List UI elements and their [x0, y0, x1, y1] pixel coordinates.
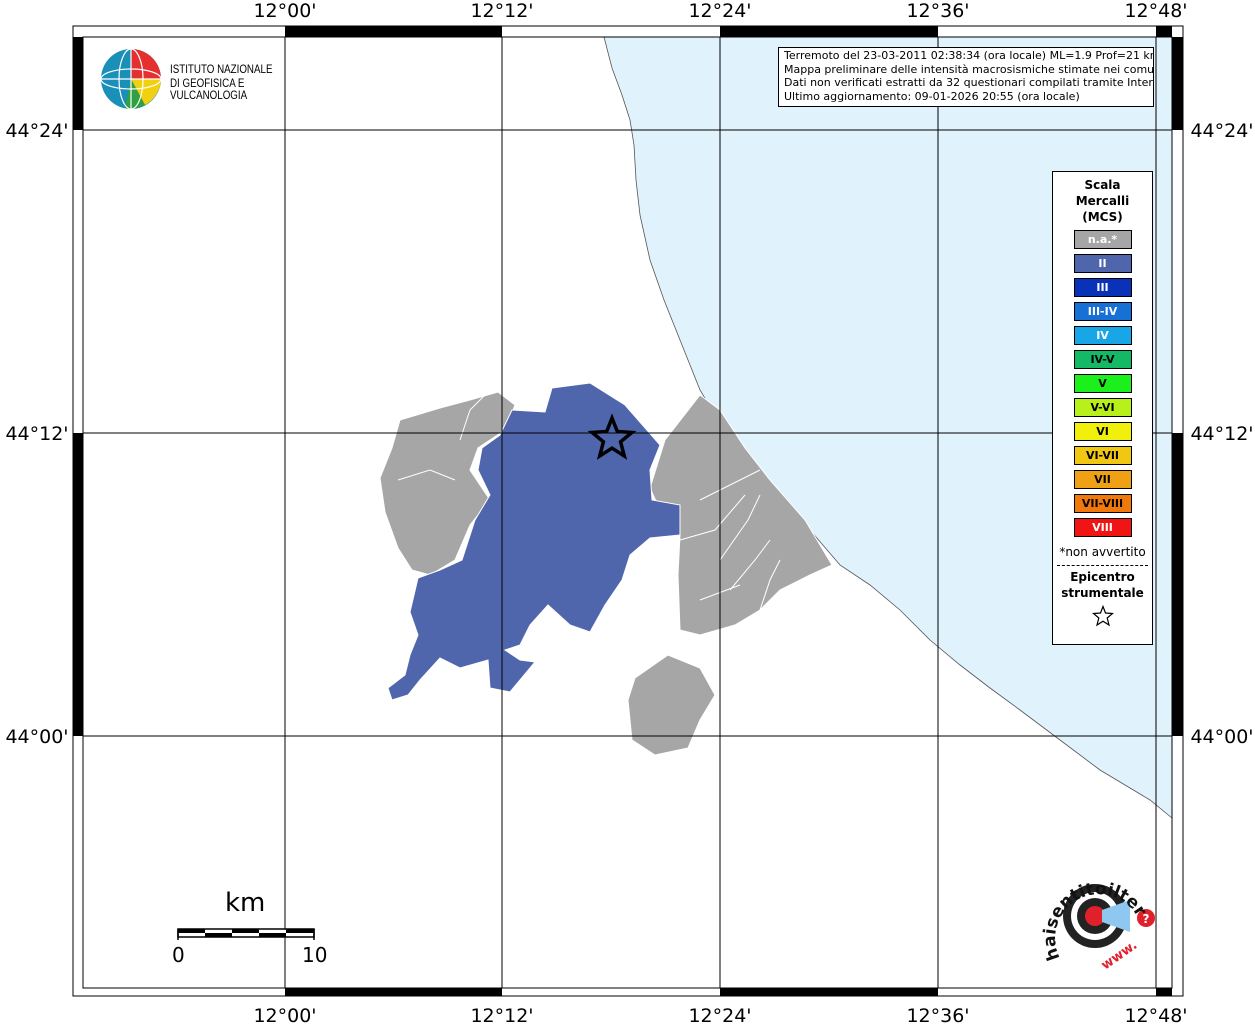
epicenter-legend-star-icon	[1053, 604, 1152, 631]
legend-item: IV	[1073, 326, 1132, 345]
scale-start: 0	[172, 943, 185, 967]
longitude-labels-bottom: 12°00' 12°12' 12°24' 12°36' 12°48'	[253, 1005, 1187, 1024]
earthquake-info-box: Terremoto del 23-03-2011 02:38:34 (ora l…	[778, 47, 1154, 107]
scale-bar: km 0 10	[170, 888, 330, 968]
latitude-labels-left: 44°24' 44°12' 44°00'	[5, 120, 68, 748]
lon-label: 12°24'	[688, 1005, 751, 1024]
institute-name-line1: ISTITUTO NAZIONALE	[170, 64, 273, 76]
legend-item: II	[1073, 254, 1132, 273]
legend-separator	[1057, 565, 1148, 566]
lon-label: 12°48'	[1124, 1005, 1187, 1024]
hsit-logo: ? haisentitoilterremoto.it www.	[1021, 843, 1165, 978]
legend-note: *non avvertito	[1059, 545, 1146, 559]
scale-end: 10	[302, 943, 328, 967]
legend-item: VII	[1073, 470, 1132, 489]
lat-label: 44°00'	[5, 726, 68, 748]
legend-item: III-IV	[1073, 302, 1132, 321]
lon-label: 12°00'	[253, 1005, 316, 1024]
legend-item: III	[1073, 278, 1132, 297]
lat-label: 44°12'	[1190, 423, 1253, 445]
institute-name-line2: DI GEOFISICA E VULCANOLOGIA	[170, 78, 248, 102]
svg-text:?: ?	[1143, 912, 1150, 926]
scale-unit: km	[225, 888, 266, 918]
lat-label: 44°12'	[5, 423, 68, 445]
epicenter-legend-title: Epicentro strumentale	[1061, 570, 1144, 600]
legend-item: IV-V	[1073, 350, 1132, 369]
info-line: Dati non verificati estratti da 32 quest…	[784, 76, 1154, 89]
legend-item: VII-VIII	[1073, 494, 1132, 513]
longitude-labels-top: 12°00' 12°12' 12°24' 12°36' 12°48'	[253, 0, 1187, 22]
lon-label: 12°12'	[470, 0, 533, 22]
municipality-not-felt[interactable]	[627, 654, 716, 756]
lon-label: 12°36'	[906, 0, 969, 22]
globe-icon	[100, 48, 162, 110]
legend-item: n.a.*	[1073, 230, 1132, 249]
legend-item: VI-VII	[1073, 446, 1132, 465]
lat-label: 44°24'	[1190, 120, 1253, 142]
info-line: Terremoto del 23-03-2011 02:38:34 (ora l…	[784, 49, 1154, 62]
lon-label: 12°12'	[470, 1005, 533, 1024]
legend-items: n.a.* II III III-IV IV IV-V V V-VI VI VI-VII VII VI…	[1053, 230, 1152, 537]
ingv-logo: ISTITUTO NAZIONALE DI GEOFISICA E VULCAN…	[100, 46, 330, 110]
info-line: Ultimo aggiornamento: 09-01-2026 20:55 (…	[784, 89, 1080, 103]
mcs-legend: Scala Mercalli (MCS) n.a.* II III III-IV IV I…	[1052, 171, 1153, 645]
legend-item: V	[1073, 374, 1132, 393]
lon-label: 12°48'	[1124, 0, 1187, 22]
legend-item: VI	[1073, 422, 1132, 441]
legend-item: V-VI	[1073, 398, 1132, 417]
info-line: Mappa preliminare delle intensità macros…	[784, 62, 1154, 76]
lat-label: 44°24'	[5, 120, 68, 142]
lat-label: 44°00'	[1190, 726, 1253, 748]
legend-item: VIII	[1073, 518, 1132, 537]
lon-label: 12°24'	[688, 0, 751, 22]
lon-label: 12°00'	[253, 0, 316, 22]
latitude-labels-right: 44°24' 44°12' 44°00'	[1190, 120, 1253, 748]
lon-label: 12°36'	[906, 1005, 969, 1024]
legend-title: Scala Mercalli (MCS)	[1075, 178, 1130, 224]
